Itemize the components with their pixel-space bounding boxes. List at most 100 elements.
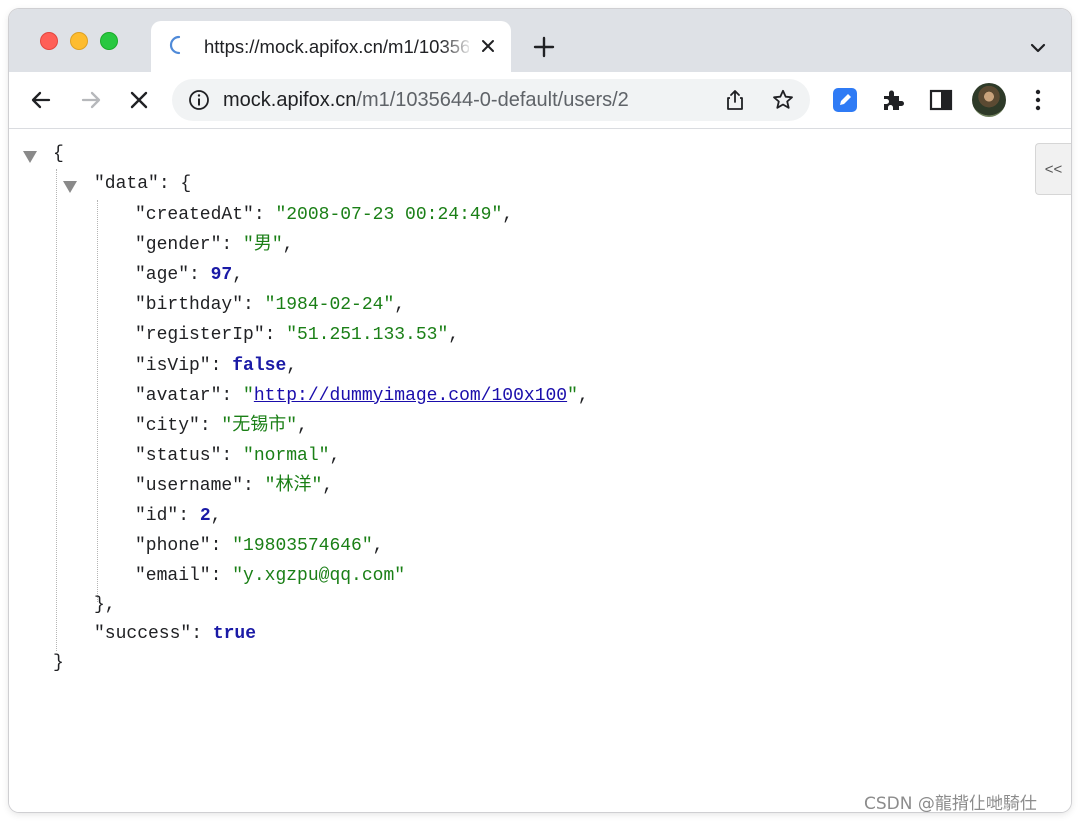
json-field-line: "city": "无锡市",: [135, 412, 308, 440]
data-key-line: "data": {: [94, 170, 191, 198]
json-string-value: "51.251.133.53": [286, 325, 449, 346]
json-field-line: "phone": "19803574646",: [135, 532, 383, 560]
address-bar[interactable]: mock.apifox.cn/m1/1035644-0-default/user…: [172, 79, 810, 121]
json-comma: ,: [502, 205, 514, 225]
collapse-root-icon[interactable]: [23, 151, 37, 163]
arrow-right-icon[interactable]: [78, 87, 104, 113]
json-string-quote: ": [243, 385, 254, 406]
json-comma: ,: [286, 355, 298, 376]
json-string-value: "y.xgzpu@qq.com": [232, 566, 406, 587]
json-separator: :: [210, 355, 233, 376]
json-key: "birthday": [135, 295, 244, 316]
json-key: "registerIp": [135, 325, 265, 346]
json-field-line: "age": 97,: [135, 261, 243, 289]
success-value: true: [212, 624, 257, 644]
collapse-panel-button[interactable]: <<: [1035, 143, 1071, 195]
arrow-left-icon[interactable]: [28, 87, 54, 113]
json-field-line: "createdAt": "2008-07-23 00:24:49",: [135, 201, 513, 229]
json-field-line: "gender": "男",: [135, 231, 293, 259]
json-field-line: "username": "林洋",: [135, 472, 333, 500]
pen-extension-icon[interactable]: [832, 87, 858, 113]
data-close-brace: },: [94, 595, 116, 615]
json-string-value: "林洋": [264, 475, 323, 496]
minimize-window-button[interactable]: [70, 32, 88, 50]
json-separator: :: [221, 385, 244, 406]
chevron-down-icon[interactable]: [1027, 37, 1049, 59]
data-open: : {: [158, 174, 192, 194]
json-comma: ,: [322, 475, 334, 496]
json-key: "createdAt": [135, 205, 254, 225]
json-url-link[interactable]: http://dummyimage.com/100x100: [254, 386, 567, 406]
success-sep: :: [191, 624, 213, 644]
json-comma: ,: [210, 506, 222, 526]
json-comma: ,: [329, 445, 341, 466]
tab-active[interactable]: https://mock.apifox.cn/m1/1035644-0-defa…: [151, 21, 511, 72]
share-icon[interactable]: [723, 88, 747, 112]
json-string-value: "无锡市": [221, 415, 298, 436]
json-string-value: "2008-07-23 00:24:49": [275, 205, 503, 225]
side-panel-icon[interactable]: [928, 87, 954, 113]
json-separator: :: [253, 205, 276, 225]
json-separator: :: [243, 295, 265, 316]
json-string-value: "男": [243, 235, 283, 256]
browser-window: https://mock.apifox.cn/m1/1035644-0-defa…: [9, 9, 1071, 812]
loading-spinner-icon: [169, 35, 181, 55]
json-key: "email": [135, 566, 211, 587]
json-separator: :: [178, 506, 200, 526]
json-field-line: "email": "y.xgzpu@qq.com": [135, 562, 405, 590]
json-comma: ,: [282, 235, 294, 256]
json-separator: :: [264, 325, 287, 346]
json-field-line: "registerIp": "51.251.133.53",: [135, 321, 459, 349]
json-comma: ,: [577, 385, 589, 406]
success-line: "success": true: [94, 620, 256, 648]
url-host: mock.apifox.cn: [223, 89, 357, 111]
json-field-line: "status": "normal",: [135, 442, 340, 470]
json-viewer: { "data": { "createdAt": "2008-07-23 00:…: [9, 129, 1071, 812]
json-key: "username": [135, 475, 244, 496]
json-key: "avatar": [135, 385, 222, 406]
json-key: "status": [135, 445, 222, 466]
puzzle-icon[interactable]: [880, 87, 906, 113]
json-string-value: "1984-02-24": [264, 295, 395, 316]
json-comma: ,: [394, 295, 406, 316]
json-string-quote: ": [567, 385, 578, 406]
json-field-line: "avatar": "http://dummyimage.com/100x100…: [135, 382, 589, 410]
browser-toolbar: mock.apifox.cn/m1/1035644-0-default/user…: [9, 72, 1071, 129]
stop-loading-icon[interactable]: [126, 87, 152, 113]
zoom-window-button[interactable]: [100, 32, 118, 50]
json-comma: ,: [372, 536, 384, 557]
json-separator: :: [221, 445, 244, 466]
star-icon[interactable]: [771, 88, 795, 112]
close-window-button[interactable]: [40, 32, 58, 50]
json-key: "id": [135, 506, 179, 526]
url-text[interactable]: mock.apifox.cn/m1/1035644-0-default/user…: [223, 88, 629, 112]
collapse-data-icon[interactable]: [63, 181, 77, 193]
json-boolean-value: false: [232, 355, 287, 376]
tab-title-fade: [441, 31, 481, 61]
watermark: CSDN @龍揹仩哋騎仕: [864, 794, 1037, 814]
json-key: "isVip": [135, 355, 211, 376]
json-separator: :: [199, 415, 222, 436]
tab-close-icon[interactable]: [478, 36, 498, 56]
root-open-brace: {: [53, 144, 64, 164]
indent-guide-data: [97, 200, 98, 602]
info-icon[interactable]: [188, 89, 210, 111]
json-string-value: "19803574646": [232, 536, 373, 557]
new-tab-icon[interactable]: [532, 35, 556, 59]
json-comma: ,: [232, 265, 244, 286]
tab-strip: https://mock.apifox.cn/m1/1035644-0-defa…: [9, 9, 1071, 72]
profile-avatar[interactable]: [972, 83, 1006, 117]
json-string-value: "normal": [243, 445, 330, 466]
json-key: "gender": [135, 235, 222, 256]
json-field-line: "id": 2,: [135, 502, 221, 530]
json-key: "phone": [135, 536, 211, 557]
tab-title: https://mock.apifox.cn/m1/1035644-0-defa…: [204, 36, 469, 57]
more-vert-icon[interactable]: [1025, 87, 1051, 113]
json-separator: :: [243, 475, 265, 496]
root-close-brace: }: [53, 653, 64, 673]
json-key: "age": [135, 265, 190, 286]
data-key: "data": [94, 174, 159, 194]
json-separator: :: [189, 265, 211, 286]
success-key: "success": [94, 624, 192, 644]
json-separator: :: [221, 235, 244, 256]
